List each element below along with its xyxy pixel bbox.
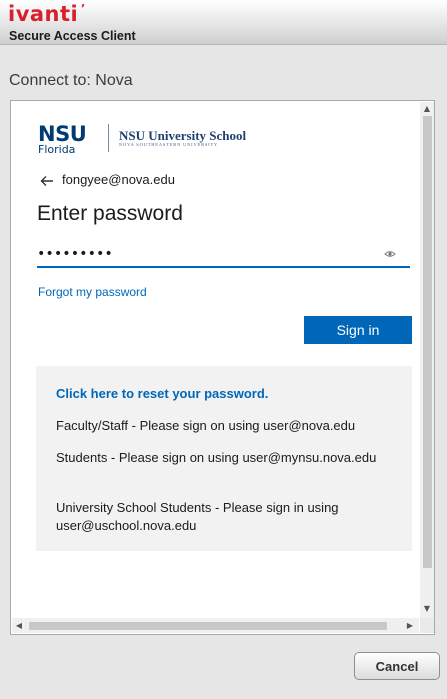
- vertical-scroll-thumb[interactable]: [423, 116, 432, 568]
- horizontal-scrollbar[interactable]: ◀ ▶: [12, 618, 419, 633]
- info-panel: Click here to reset your password. Facul…: [36, 366, 412, 551]
- nsu-florida-logo: NSU Florida: [38, 122, 87, 157]
- logo-divider: [108, 124, 109, 152]
- scroll-left-icon[interactable]: ◀: [12, 618, 26, 633]
- info-uschool-text: University School Students - Please sign…: [56, 500, 339, 533]
- university-school-logo: NSU University School NOVA SOUTHEASTERN …: [119, 128, 247, 147]
- horizontal-scroll-thumb[interactable]: [29, 622, 387, 630]
- forgot-password-link[interactable]: Forgot my password: [38, 285, 147, 299]
- password-field[interactable]: [37, 242, 410, 268]
- reveal-password-icon[interactable]: [384, 249, 396, 259]
- scroll-corner: [420, 618, 434, 633]
- scroll-right-icon[interactable]: ▶: [403, 618, 417, 633]
- connect-label: Connect to: Nova: [9, 72, 133, 89]
- info-students-text: Students - Please sign on using user@myn…: [56, 450, 377, 465]
- scroll-down-icon[interactable]: ▼: [420, 602, 434, 616]
- page-title: Enter password: [37, 202, 183, 225]
- back-arrow-icon[interactable]: [38, 172, 56, 190]
- sign-in-button[interactable]: Sign in: [304, 316, 412, 344]
- app-header: ivanti ’ Secure Access Client: [0, 0, 447, 45]
- app-subtitle: Secure Access Client: [9, 29, 136, 43]
- info-faculty-text: Faculty/Staff - Please sign on using use…: [56, 418, 356, 433]
- vertical-scrollbar[interactable]: ▲ ▼: [420, 102, 434, 618]
- cancel-button[interactable]: Cancel: [354, 652, 440, 680]
- ivanti-logo: ivanti ’: [8, 2, 86, 26]
- reset-password-link[interactable]: Click here to reset your password.: [56, 386, 268, 401]
- scroll-up-icon[interactable]: ▲: [420, 102, 434, 116]
- logo-mark-icon: ’: [81, 2, 86, 15]
- account-email: fongyee@nova.edu: [62, 172, 175, 187]
